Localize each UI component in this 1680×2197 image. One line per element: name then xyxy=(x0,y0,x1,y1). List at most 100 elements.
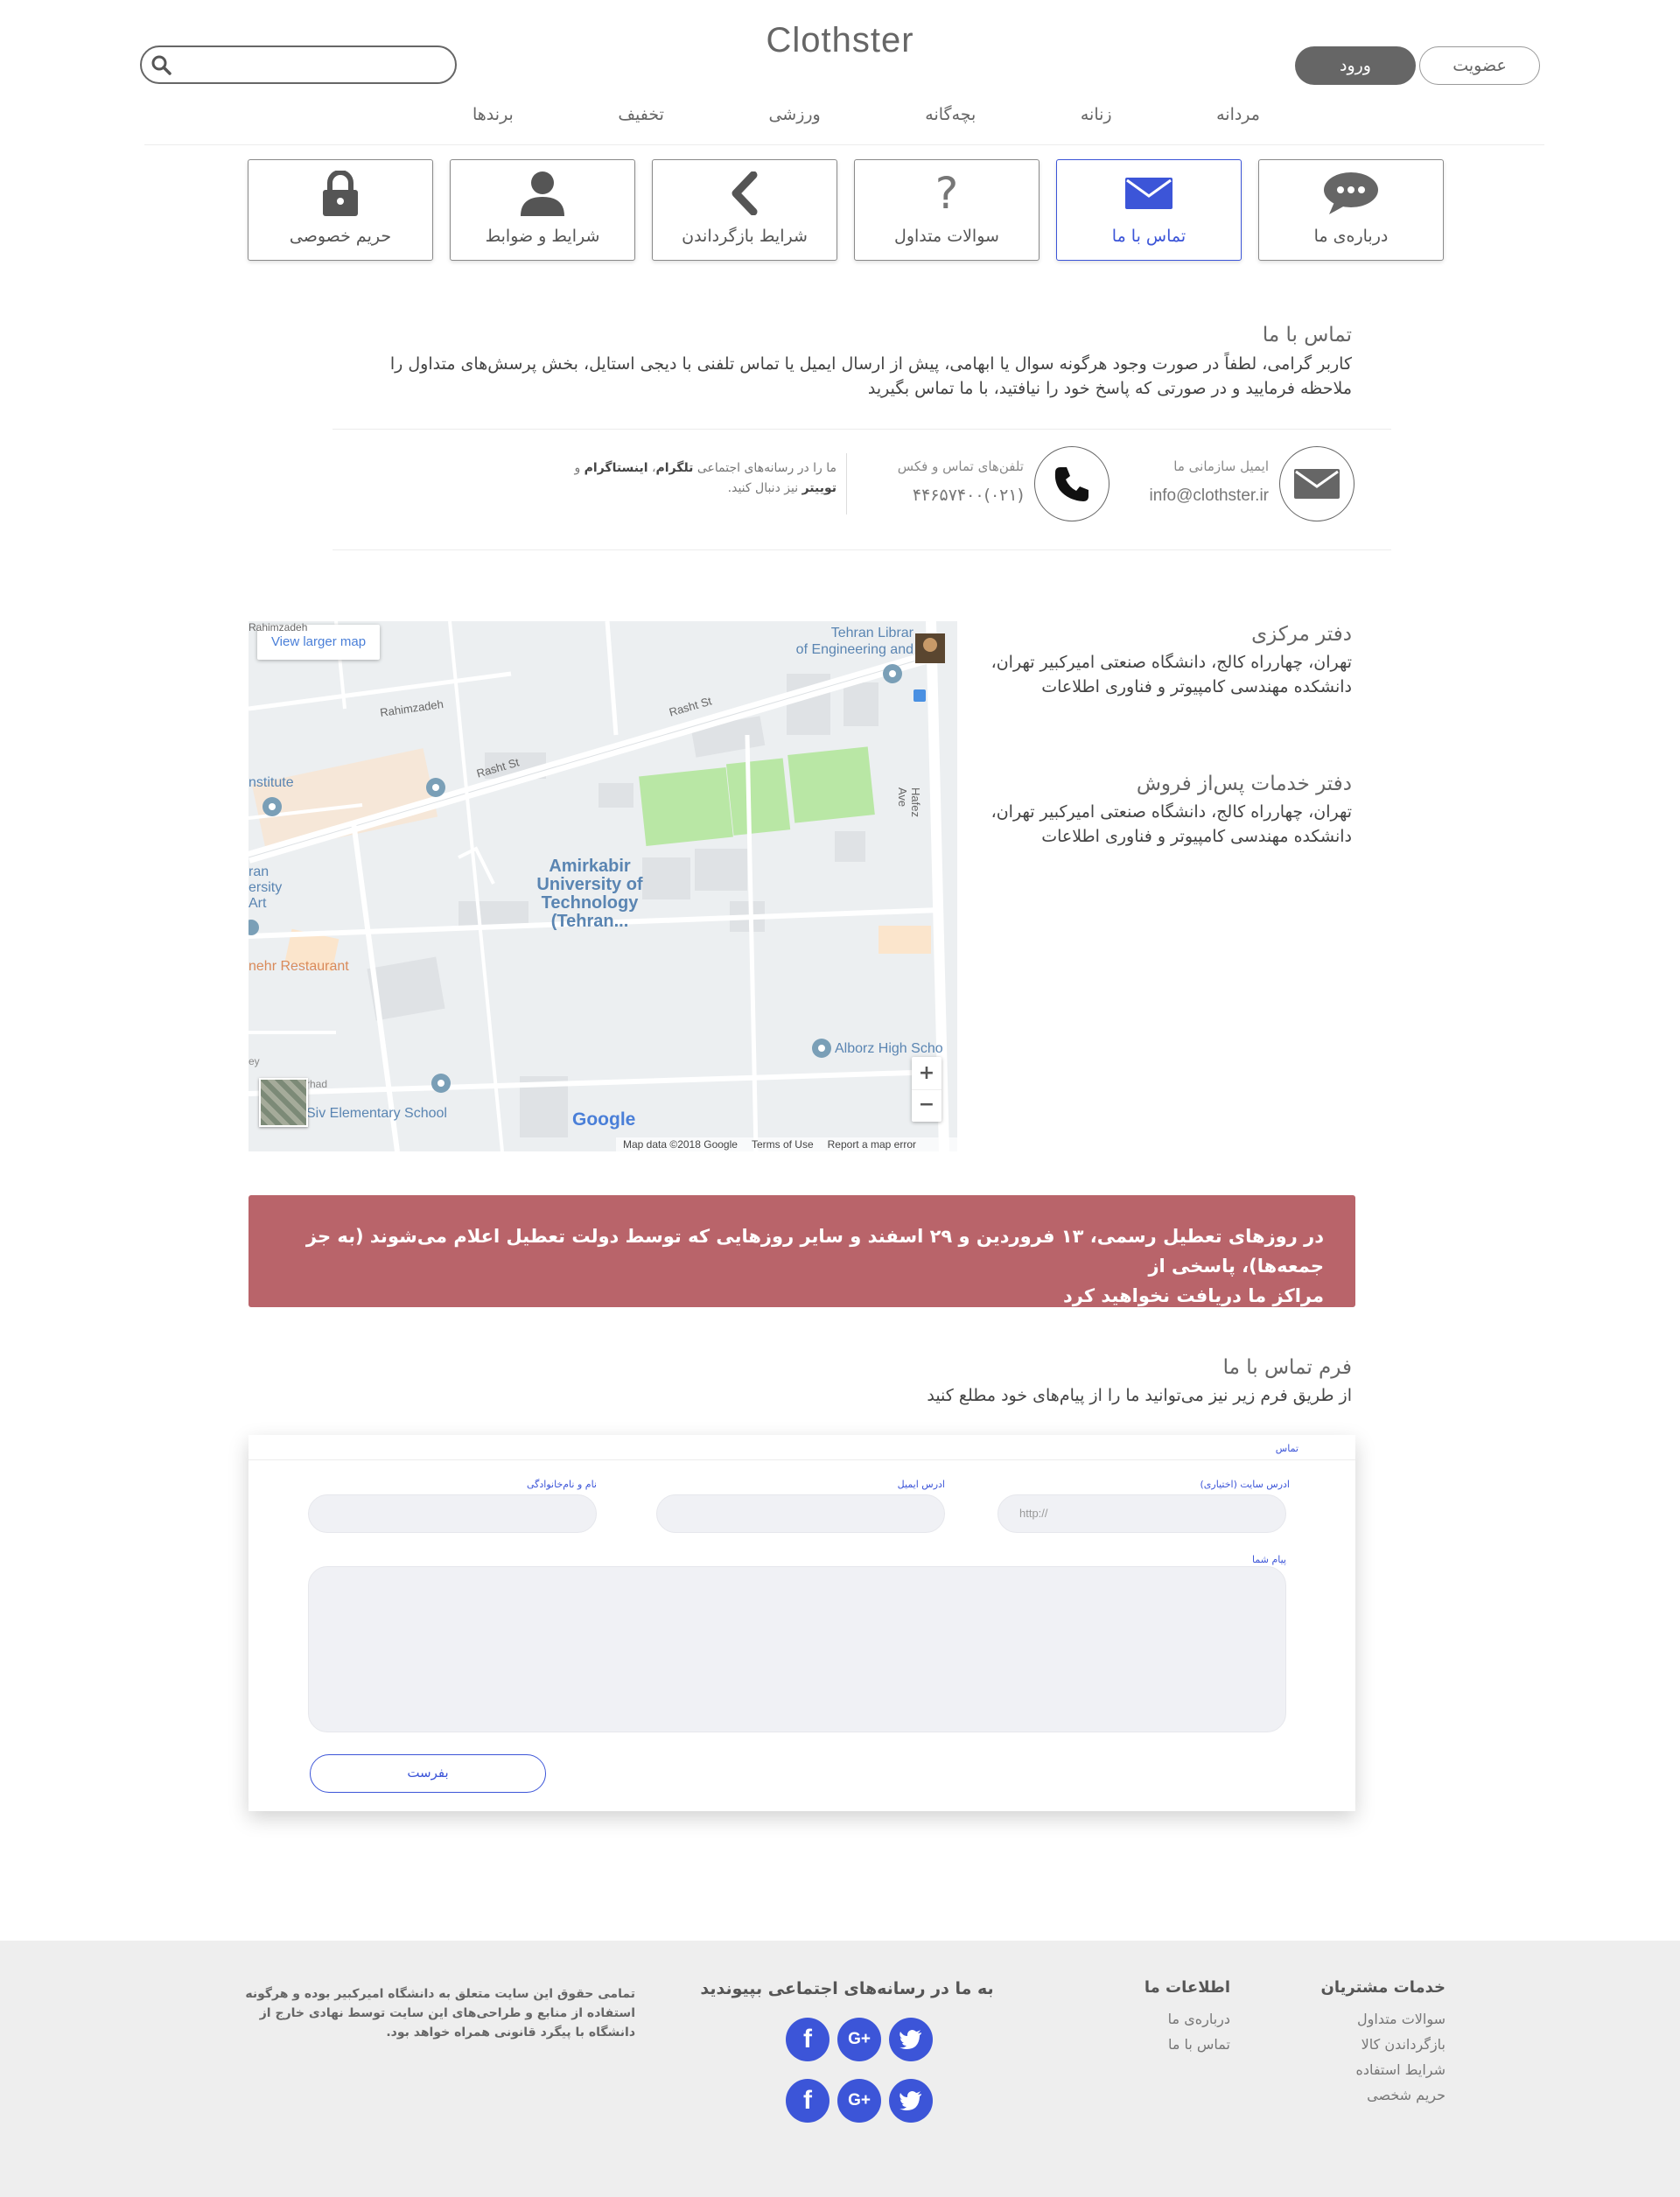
website-label: ادرس سایت (اختیاری) xyxy=(1200,1479,1290,1490)
facebook-icon[interactable]: f xyxy=(786,2079,830,2123)
tab-faq[interactable]: ? سوالات متداول xyxy=(854,159,1040,261)
footer-link-about[interactable]: درباره‌ی ما xyxy=(1059,2006,1230,2032)
contact-divider-bottom xyxy=(332,549,1391,550)
phone-circle xyxy=(1034,446,1110,521)
copyright-line: استفاده از منابع و طراحی‌های این سایت تو… xyxy=(259,2006,635,2020)
footer-info-title: اطلاعات ما xyxy=(1144,1978,1230,1997)
phone-icon xyxy=(1054,467,1088,501)
map-terms-link[interactable]: Terms of Use xyxy=(752,1137,814,1151)
footer-customer-title: خدمات مشتریان xyxy=(1320,1978,1446,1997)
name-label: نام و نام‌خانوادگی xyxy=(526,1479,597,1490)
zoom-out-button[interactable]: − xyxy=(912,1089,942,1122)
map-poi-school[interactable]: Siv Elementary School xyxy=(306,1106,447,1122)
header-divider xyxy=(144,144,1544,145)
name-field[interactable] xyxy=(308,1494,597,1533)
footer-link-contact[interactable]: تماس با ما xyxy=(1059,2032,1230,2057)
footer-link-terms[interactable]: شرایط استفاده xyxy=(1278,2057,1446,2082)
zoom-control: + − xyxy=(912,1057,942,1122)
footer-link-faq[interactable]: سوالات متداول xyxy=(1278,2006,1446,2032)
nav-brands[interactable]: برندها xyxy=(472,105,514,131)
social-tail: نیز دنبال کنید. xyxy=(727,481,802,495)
satellite-toggle[interactable] xyxy=(259,1078,308,1127)
tab-label: تماس با ما xyxy=(1111,227,1186,246)
social-and: و xyxy=(574,461,584,475)
footer-social-title: به ما در رسانه‌های اجتماعی بپیوندید xyxy=(700,1979,994,1998)
holiday-alert: در روزهای تعطیل رسمی، ۱۳ فروردین و ۲۹ اس… xyxy=(248,1195,1355,1307)
email-value[interactable]: info@clothster.ir xyxy=(1094,486,1269,506)
contact-divider-top xyxy=(332,429,1391,430)
email-label: ایمیل سازمانی ما xyxy=(1173,458,1269,474)
nav-men[interactable]: مردانه xyxy=(1216,105,1260,131)
chat-bubble-icon xyxy=(1324,172,1378,214)
map-poi-line: of Engineering and xyxy=(795,642,914,657)
map-poi-line: University of xyxy=(536,875,643,894)
twitter-icon[interactable] xyxy=(889,2079,933,2123)
email-field[interactable] xyxy=(656,1494,945,1533)
facebook-icon[interactable]: f xyxy=(786,2018,830,2061)
map-poi-art[interactable]: ran ersity Art xyxy=(248,864,282,912)
footer-link-privacy[interactable]: حریم شخصی xyxy=(1278,2082,1446,2108)
tab-label: سوالات متداول xyxy=(894,227,999,246)
search-icon[interactable] xyxy=(150,54,172,75)
user-icon xyxy=(521,171,564,216)
tab-about[interactable]: درباره‌ی ما xyxy=(1258,159,1444,261)
nav-sale[interactable]: تخفیف xyxy=(618,105,664,131)
envelope-icon xyxy=(1294,469,1340,499)
footer-link-return[interactable]: بازگرداندن کالا xyxy=(1278,2032,1446,2057)
office-address-line: دانشکده مهندسی کامپیوتر و فناوری اطلاعات xyxy=(1041,827,1352,846)
tab-return[interactable]: شرایط بازگرداندن xyxy=(652,159,837,261)
tab-terms[interactable]: شرایط و ضوابط xyxy=(450,159,635,261)
search-input[interactable] xyxy=(140,45,457,84)
message-field[interactable] xyxy=(308,1566,1286,1732)
form-subtitle: از طریق فرم زیر نیز می‌توانید ما را از پ… xyxy=(927,1386,1352,1405)
map-poi-line: ran xyxy=(248,864,270,879)
alert-line: مراکز ما دریافت نخواهید کرد xyxy=(1063,1285,1324,1306)
twitter-icon[interactable] xyxy=(889,2018,933,2061)
map-poi-institute[interactable]: nstitute xyxy=(248,775,294,791)
send-button[interactable]: بفرست xyxy=(310,1754,546,1793)
map-poi-line: ersity xyxy=(248,880,283,895)
zoom-in-button[interactable]: + xyxy=(912,1057,942,1089)
office-address-line: تهران، چهارراه کالج، دانشگاه صنعتی امیرک… xyxy=(990,653,1352,672)
footer-social-row: G+ f xyxy=(786,2079,933,2123)
google-plus-icon[interactable]: G+ xyxy=(837,2079,881,2123)
twitter-link[interactable]: توییتر xyxy=(802,481,836,495)
contact-intro-line1: کاربر گرامی، لطفاً در صورت وجود هرگونه س… xyxy=(389,354,1352,374)
office-address-line: دانشکده مهندسی کامپیوتر و فناوری اطلاعات xyxy=(1041,677,1352,696)
footer-customer-links: سوالات متداول بازگرداندن کالا شرایط استف… xyxy=(1278,2006,1446,2108)
office-title: دفتر خدمات پس‌از فروش xyxy=(1136,773,1352,795)
google-logo: Google xyxy=(572,1109,636,1130)
google-plus-icon[interactable]: G+ xyxy=(837,2018,881,2061)
nav-kids[interactable]: بچه‌گانه xyxy=(925,105,976,131)
login-button[interactable]: ورود xyxy=(1295,46,1416,85)
telegram-link[interactable]: تلگرام xyxy=(656,461,694,475)
office-address: تهران، چهارراه کالج، دانشگاه صنعتی امیرک… xyxy=(962,800,1352,849)
website-field[interactable]: http:// xyxy=(998,1494,1286,1533)
map-poi-amirkabir[interactable]: Amirkabir University of Technology (Tehr… xyxy=(520,857,660,931)
join-button[interactable]: عضویت xyxy=(1419,46,1540,85)
map-report-link[interactable]: Report a map error xyxy=(828,1137,916,1151)
phone-label: تلفن‌های تماس و فکس xyxy=(897,458,1024,474)
footer-social-row: G+ f xyxy=(786,2018,933,2061)
map-poi-alborz[interactable]: Alborz High Scho xyxy=(835,1041,943,1057)
site-logo[interactable]: Clothster xyxy=(752,21,928,60)
tab-contact[interactable]: تماس با ما xyxy=(1056,159,1242,261)
social-follow-text: ما را در رسانه‌های اجتماعی تلگرام، اینست… xyxy=(551,458,836,499)
tab-label: شرایط بازگرداندن xyxy=(682,227,808,246)
map-poi-line: Technology xyxy=(541,893,639,913)
email-label: ادرس ایمیل xyxy=(897,1479,945,1490)
phone-value[interactable]: (۰۲۱)۴۴۶۵۷۴۰۰ xyxy=(849,486,1024,505)
instagram-link[interactable]: اینستاگرام xyxy=(584,461,648,475)
nav-women[interactable]: زنانه xyxy=(1081,105,1112,131)
office-address-line: تهران، چهارراه کالج، دانشگاه صنعتی امیرک… xyxy=(990,802,1352,822)
google-map[interactable]: View larger map Amirkabir University of … xyxy=(248,621,957,1151)
tab-privacy[interactable]: حریم خصوصی xyxy=(248,159,433,261)
contact-intro: کاربر گرامی، لطفاً در صورت وجود هرگونه س… xyxy=(332,352,1352,401)
map-poi-library[interactable]: Tehran Librar of Engineering and xyxy=(738,625,914,658)
lock-icon xyxy=(323,171,358,216)
map-poi-restaurant[interactable]: nehr Restaurant xyxy=(248,959,349,975)
contact-separator xyxy=(846,453,847,514)
nav-sport[interactable]: ورزشی xyxy=(768,105,820,131)
tab-label: درباره‌ی ما xyxy=(1313,227,1389,246)
main-nav: مردانه زنانه بچه‌گانه ورزشی تخفیف برندها xyxy=(472,105,1260,131)
